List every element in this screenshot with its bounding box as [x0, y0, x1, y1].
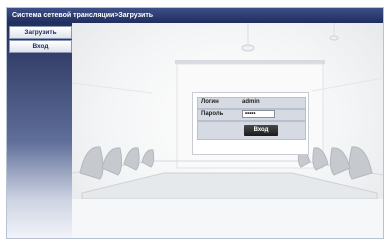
sidebar-item-login[interactable]: Вход: [9, 40, 72, 53]
login-button[interactable]: Вход: [244, 125, 278, 136]
password-field[interactable]: •••••: [242, 110, 275, 118]
sidebar-item-upload[interactable]: Загрузить: [9, 26, 72, 39]
app-window: Система сетевой трансляции>Загрузить Заг…: [6, 7, 384, 239]
conference-room-background: Логин admin Пароль ••••• Вход: [72, 23, 383, 238]
submit-row: Вход: [197, 121, 306, 140]
password-label: Пароль: [201, 111, 224, 117]
login-panel: Логин admin Пароль ••••• Вход: [192, 92, 309, 155]
sidebar: Загрузить Вход: [7, 23, 72, 238]
window-title: Система сетевой трансляции>Загрузить: [7, 8, 383, 23]
username-row: Логин admin: [197, 97, 306, 109]
username-label: Логин: [201, 99, 219, 105]
password-row: Пароль •••••: [197, 109, 306, 121]
username-value: admin: [242, 99, 260, 105]
